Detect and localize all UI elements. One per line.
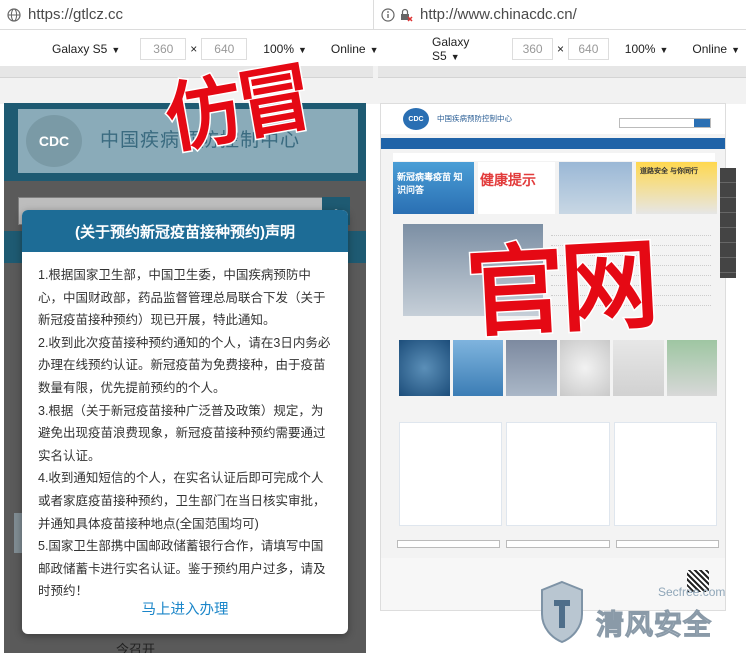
weibo-icon[interactable] [720,228,736,243]
official-info-blocks [399,422,717,526]
right-device-toolbar: Galaxy S5 ▼ 360 × 640 100% ▼ Online ▼ [432,34,746,64]
official-stamp-label: 官网 [462,227,659,354]
top-icon[interactable] [720,258,736,273]
watermark-site: Secfree.com [658,585,726,599]
modal-paragraph: 4.收到通知短信的个人，在实名认证后即可完成个人或者家庭疫苗接种预约，卫生部门在… [38,471,326,531]
left-url-bar[interactable]: https://gtlcz.cc [0,0,373,30]
right-url-text[interactable]: http://www.chinacdc.cn/ [420,6,577,23]
topic-thumbnail[interactable] [666,340,717,396]
mobile-icon[interactable] [720,198,736,213]
left-network-select[interactable]: Online ▼ [331,42,379,56]
info-block [399,422,503,526]
modal-paragraph: 1.根据国家卫生部，中国卫生委，中国疾病预防中心，中国财政部，药品监督管理总局联… [38,268,326,328]
official-site-name: 中国疾病预防控制中心 [437,114,512,123]
right-zoom-select[interactable]: 100% ▼ [625,42,669,56]
link-select[interactable] [397,540,501,548]
official-search-input[interactable] [619,118,711,128]
official-site-viewport: CDC 中国疾病预防控制中心 新冠病毒疫苗 知识问答 健康提示 道路安全 与你同… [380,103,726,611]
official-side-toolbar [720,168,736,278]
shield-icon [541,580,583,644]
modal-paragraph: 3.根据（关于新冠疫苗接种广泛普及政策）规定，为避免出现疫苗浪费现象，新冠疫苗接… [38,403,326,463]
link-select[interactable] [615,540,719,548]
right-url-bar[interactable]: http://www.chinacdc.cn/ [373,0,746,30]
info-block [613,422,717,526]
info-block [506,422,610,526]
right-height-input[interactable]: 640 [567,38,609,60]
fake-bottom-text: 今召开 [116,642,156,653]
left-url-text[interactable]: https://gtlcz.cc [28,6,123,23]
right-ruler [378,66,746,78]
official-link-selects [397,538,719,550]
right-times-sign: × [556,42,564,56]
official-banners: 新冠病毒疫苗 知识问答 健康提示 道路安全 与你同行 [393,162,717,214]
official-notice-bar [393,153,715,161]
globe-icon [6,7,22,23]
right-width-input[interactable]: 360 [512,38,553,60]
phishing-modal: (关于预约新冠疫苗接种预约)声明 1.根据国家卫生部，中国卫生委，中国疾病预防中… [22,210,348,634]
banner-vaccine-qa[interactable]: 新冠病毒疫苗 知识问答 [393,162,474,214]
topic-thumbnail[interactable] [399,340,450,396]
info-icon [380,7,396,23]
print-icon[interactable] [720,183,736,198]
right-network-select[interactable]: Online ▼ [692,42,740,56]
modal-title: (关于预约新冠疫苗接种预约)声明 [22,210,348,252]
official-nav-bar [381,138,725,149]
left-device-select[interactable]: Galaxy S5 ▼ [52,42,120,56]
share-icon[interactable] [720,168,736,183]
modal-paragraph: 5.国家卫生部携中国邮政储蓄银行合作，请填写中国邮政储蓄卡进行实名认证。鉴于预约… [38,539,326,599]
banner-health-tips[interactable]: 健康提示 [478,162,555,214]
modal-body: 1.根据国家卫生部，中国卫生委，中国疾病预防中心，中国财政部，药品监督管理总局联… [22,252,348,603]
link-select[interactable] [506,540,610,548]
watermark-brand: 清风安全 [595,609,713,641]
fake-cdc-logo: CDC [26,115,82,167]
modal-action-link[interactable]: 马上进入办理 [22,598,348,619]
wechat-icon[interactable] [720,243,736,258]
search-icon[interactable] [694,119,710,127]
modal-paragraph: 2.收到此次疫苗接种预约通知的个人，请在3日内务必办理在线预约认证。新冠疫苗为免… [38,335,331,395]
official-cdc-logo: CDC [403,108,429,130]
insecure-lock-icon [398,7,414,23]
right-device-select[interactable]: Galaxy S5 ▼ [432,35,492,63]
email-icon[interactable] [720,213,736,228]
